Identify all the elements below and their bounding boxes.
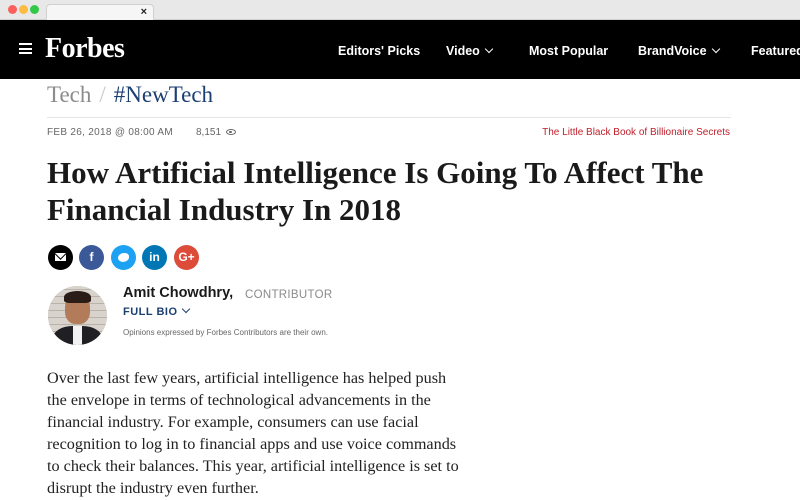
author-avatar[interactable] xyxy=(48,286,107,345)
breadcrumb-section-link[interactable]: Tech xyxy=(47,82,91,107)
divider xyxy=(47,117,731,118)
minimize-window-button[interactable] xyxy=(19,5,28,14)
tab-close-icon[interactable]: × xyxy=(141,5,147,20)
nav-item-video[interactable]: Video xyxy=(446,44,494,58)
chevron-down-icon xyxy=(181,304,190,314)
browser-tab[interactable]: × xyxy=(46,4,154,20)
envelope-icon xyxy=(55,253,66,261)
browser-chrome: × xyxy=(0,0,800,20)
google-plus-share-button[interactable]: G+ xyxy=(174,245,199,270)
facebook-icon: f xyxy=(89,250,94,264)
promo-link[interactable]: The Little Black Book of Billionaire Sec… xyxy=(542,127,730,138)
article-headline: How Artificial Intelligence Is Going To … xyxy=(47,155,704,227)
close-window-button[interactable] xyxy=(8,5,17,14)
forbes-logo[interactable]: Forbes xyxy=(45,33,125,65)
nav-item-editors-picks[interactable]: Editors' Picks xyxy=(338,44,420,58)
eye-icon xyxy=(225,129,236,135)
maximize-window-button[interactable] xyxy=(30,5,39,14)
chevron-down-icon xyxy=(711,44,720,54)
chevron-down-icon xyxy=(484,44,494,54)
google-plus-icon: G+ xyxy=(178,250,195,264)
view-count: 8,151 xyxy=(196,127,236,138)
breadcrumb: Tech / #NewTech xyxy=(47,82,213,108)
twitter-share-button[interactable] xyxy=(111,245,136,270)
hamburger-menu-icon[interactable] xyxy=(19,43,32,54)
full-bio-button[interactable]: FULL BIO xyxy=(123,304,190,318)
author-name[interactable]: Amit Chowdhry, xyxy=(123,285,233,301)
nav-item-brandvoice[interactable]: BrandVoice xyxy=(638,44,720,58)
nav-item-most-popular[interactable]: Most Popular xyxy=(529,44,608,58)
publish-date: FEB 26, 2018 @ 08:00 AM xyxy=(47,127,174,138)
email-share-button[interactable] xyxy=(48,245,73,270)
breadcrumb-separator: / xyxy=(99,82,106,107)
site-nav: Forbes Editors' Picks Video Most Popular… xyxy=(0,20,800,79)
author-role: CONTRIBUTOR xyxy=(245,289,333,301)
facebook-share-button[interactable]: f xyxy=(79,245,104,270)
article-body: Over the last few years, artificial inte… xyxy=(47,369,459,497)
breadcrumb-tag-link[interactable]: #NewTech xyxy=(114,82,213,107)
linkedin-share-button[interactable]: in xyxy=(142,245,167,270)
twitter-icon xyxy=(118,253,129,262)
contributor-disclaimer: Opinions expressed by Forbes Contributor… xyxy=(123,328,328,337)
linkedin-icon: in xyxy=(149,250,160,264)
nav-item-featured[interactable]: Featured xyxy=(751,44,800,58)
